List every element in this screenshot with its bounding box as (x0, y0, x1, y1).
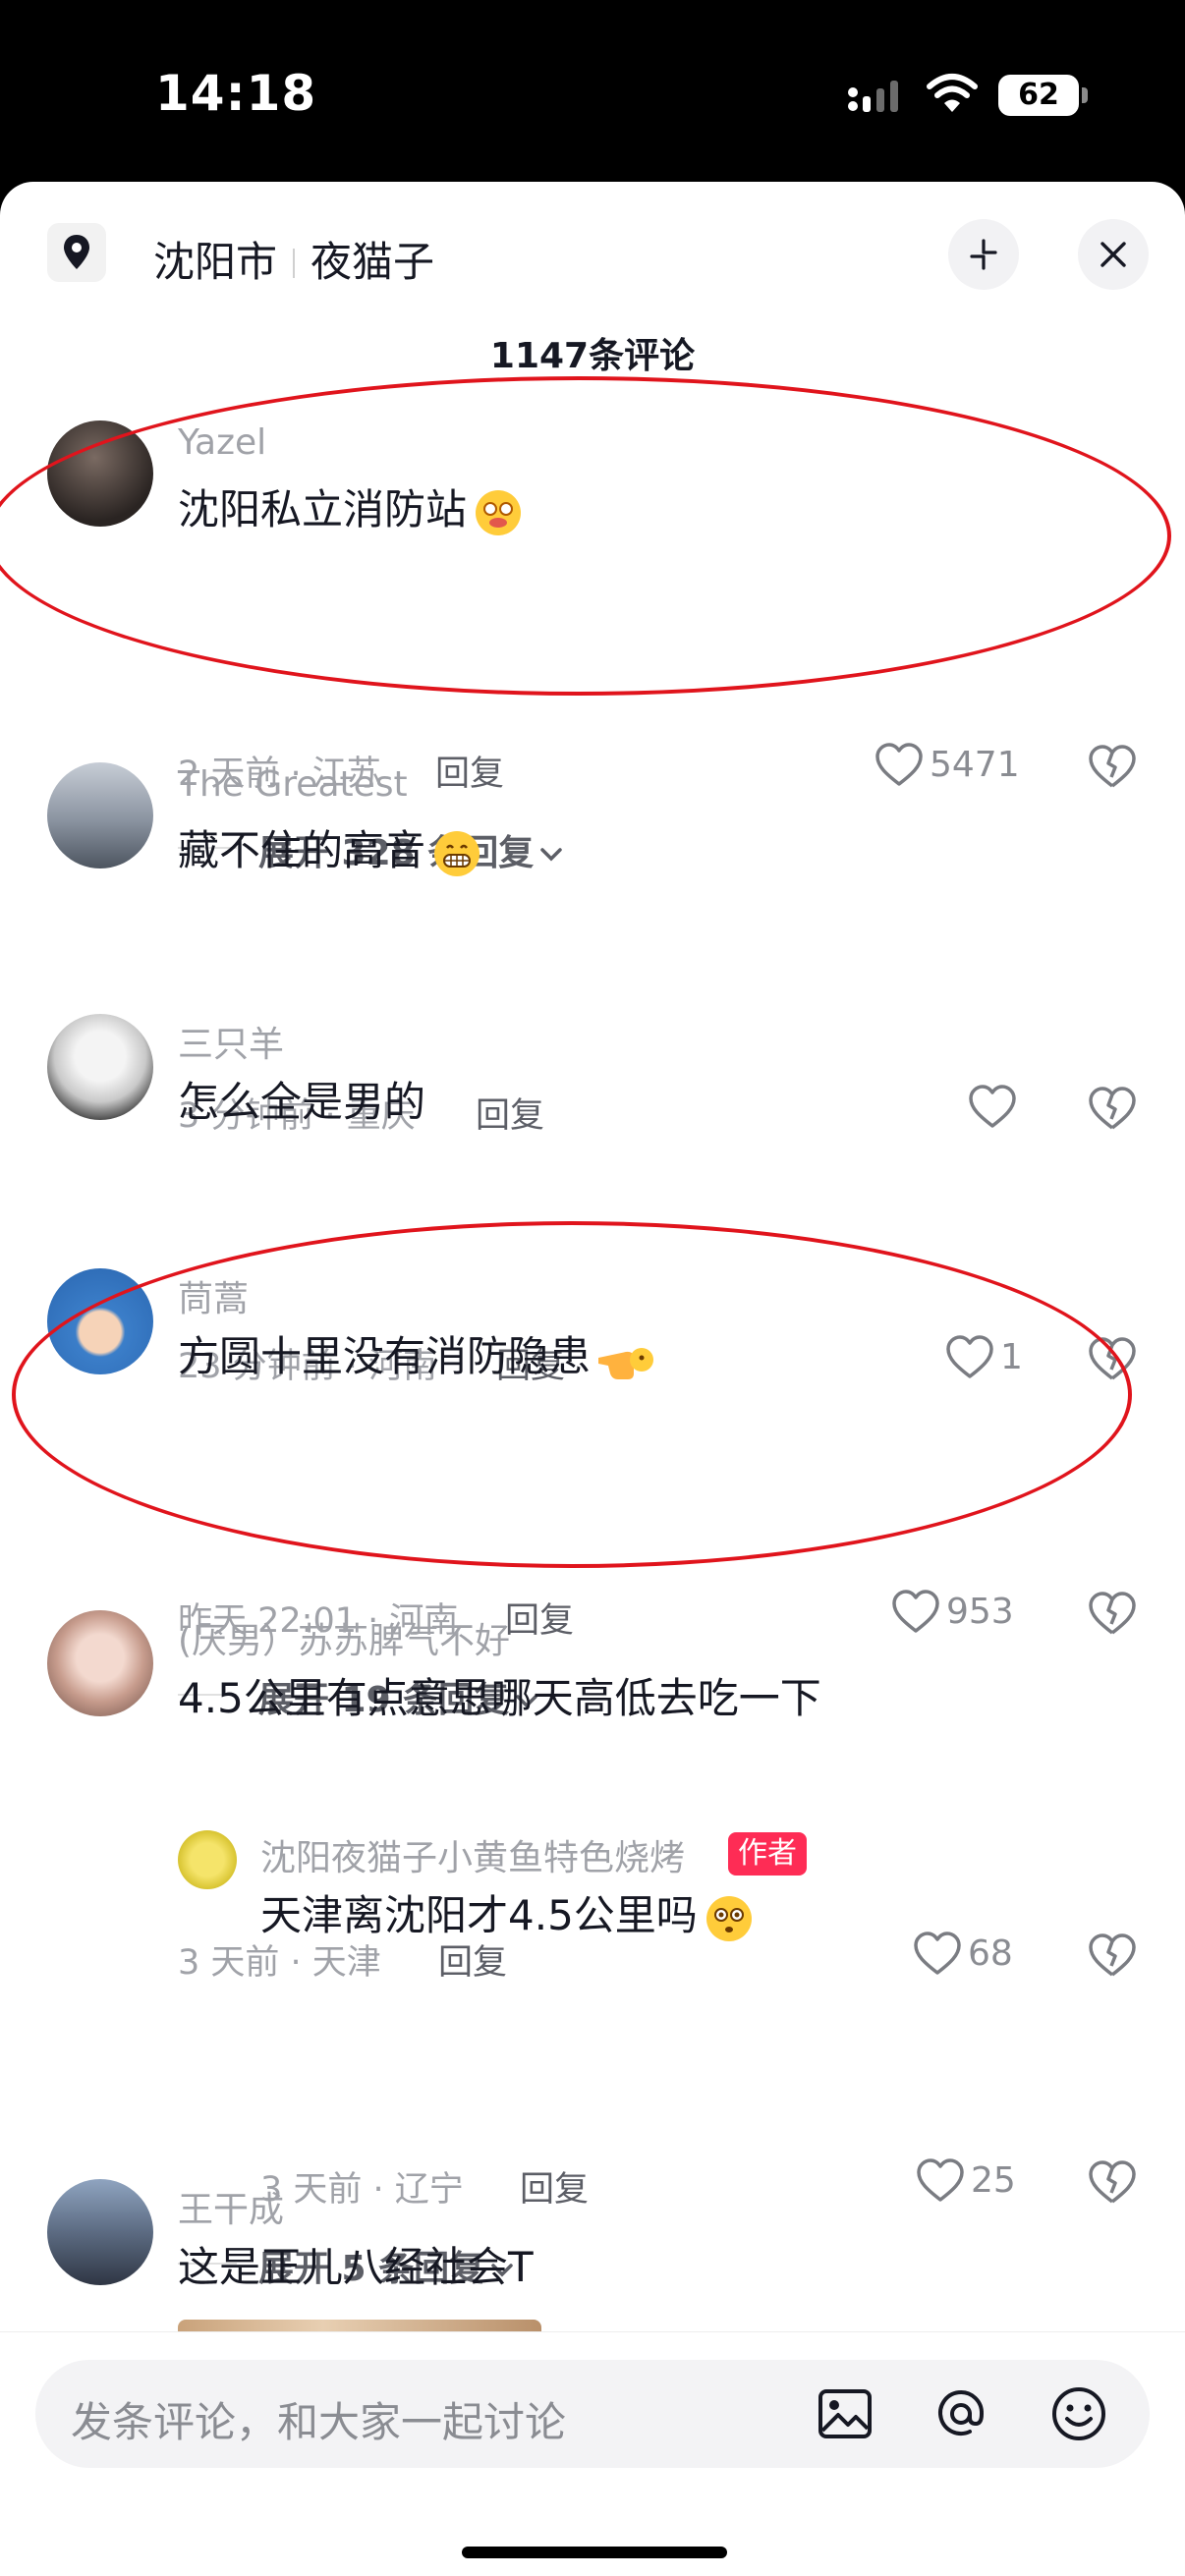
avatar[interactable] (47, 420, 153, 527)
reply-button[interactable]: 回复 (505, 1593, 574, 1643)
like-count: 953 (946, 1591, 1014, 1632)
comment-text: 这是正儿八经社会T (178, 2243, 534, 2291)
dislike-heart-icon[interactable] (1088, 1932, 1137, 1978)
like-button[interactable]: 68 (913, 1931, 1013, 1980)
like-count: 25 (971, 2159, 1016, 2201)
comment-input-placeholder: 发条评论，和大家一起讨论 (71, 2398, 567, 2446)
comment-author[interactable]: (厌男）苏苏脾气不好 (178, 1612, 510, 1663)
avatar[interactable] (47, 2179, 153, 2285)
reply-meta: 3 天前 · 辽宁 (260, 2170, 464, 2210)
location-divider (293, 249, 296, 278)
heart-icon (914, 1932, 961, 1975)
location-label[interactable]: 沈阳市 夜猫子 (153, 229, 434, 289)
dislike-heart-icon[interactable] (1088, 1591, 1137, 1636)
drooling-face-emoji-icon (476, 489, 522, 535)
battery-cap (1082, 87, 1088, 103)
avatar[interactable] (47, 1014, 153, 1120)
comment-text: 怎么全是男的 (178, 1078, 426, 1126)
comment-text: 藏不住的高音 (178, 817, 482, 879)
like-button[interactable]: 25 (916, 2157, 1016, 2207)
annotation-ellipse (0, 376, 1171, 696)
emoji-icon[interactable] (1048, 2383, 1109, 2444)
avatar[interactable] (47, 762, 153, 868)
collapse-button[interactable] (948, 219, 1019, 290)
comment-text: 4.5公里有点意思哪天高低去吃一下 (178, 1674, 821, 1722)
dislike-heart-icon[interactable] (1088, 744, 1137, 789)
like-count: 1 (1000, 1336, 1023, 1377)
status-bar: 14:18 62 (0, 0, 1185, 182)
comment-count: 1147条评论 (489, 336, 696, 376)
cellular-signal-icon (848, 81, 898, 112)
mention-at-icon[interactable] (931, 2383, 991, 2444)
heart-icon (917, 2158, 964, 2202)
comment-body: 沈阳私立消防站 (178, 485, 468, 533)
heart-icon (969, 1085, 1016, 1128)
comment-body: 方圆十里没有消防隐患 (178, 1332, 592, 1380)
close-button[interactable] (1078, 219, 1149, 290)
like-button[interactable]: 5471 (875, 742, 1020, 791)
avatar[interactable] (47, 1268, 153, 1374)
dislike-heart-icon[interactable] (1088, 1086, 1137, 1131)
reply-author[interactable]: 沈阳夜猫子小黄鱼特色烧烤 (260, 1829, 685, 1880)
reply-body: 天津离沈阳才4.5公里吗 (260, 1891, 698, 1939)
city-name: 沈阳市 (153, 238, 278, 286)
comment-text: 方圆十里没有消防隐患 (178, 1323, 654, 1385)
reply-button[interactable]: 回复 (435, 746, 504, 796)
comment-input[interactable]: 发条评论，和大家一起讨论 (35, 2360, 1150, 2468)
shop-name: 夜猫子 (310, 238, 435, 286)
comment-text: 沈阳私立消防站 (178, 476, 524, 538)
grinning-face-emoji-icon (434, 830, 480, 876)
collapse-icon (970, 239, 997, 270)
home-indicator[interactable] (462, 2547, 727, 2558)
like-button[interactable] (968, 1084, 1023, 1133)
wifi-icon (927, 74, 978, 112)
pointing-hand-emoji-icon (598, 1347, 654, 1379)
comment-author[interactable]: Yazel (178, 422, 266, 463)
reply-text: 天津离沈阳才4.5公里吗 (260, 1882, 755, 1944)
status-time: 14:18 (155, 65, 317, 122)
like-button[interactable]: 953 (891, 1589, 1014, 1638)
comment-author[interactable]: 茼蒿 (178, 1270, 249, 1321)
author-badge: 作者 (728, 1832, 807, 1876)
flushed-face-emoji-icon (705, 1895, 752, 1941)
close-icon (1100, 242, 1126, 267)
dislike-heart-icon[interactable] (1088, 2159, 1137, 2205)
image-icon[interactable] (815, 2383, 875, 2444)
comment-author[interactable]: The Greatest (178, 764, 408, 805)
heart-icon (875, 743, 923, 786)
location-pin-icon[interactable] (47, 223, 106, 282)
heart-icon (892, 1590, 939, 1633)
chevron-down-icon (540, 848, 562, 862)
like-count: 68 (968, 1932, 1013, 1974)
dislike-heart-icon[interactable] (1088, 1336, 1137, 1381)
like-count: 5471 (930, 744, 1020, 785)
comment-sheet: 沈阳市 夜猫子 1147条评论 Yazel 沈阳私立消防站 2 天前 · 江苏 回… (0, 182, 1185, 2576)
comment-input-bar: 发条评论，和大家一起讨论 (0, 2331, 1185, 2576)
reply-button[interactable]: 回复 (476, 1088, 544, 1138)
avatar[interactable] (47, 1610, 153, 1716)
reply-button[interactable]: 回复 (520, 2161, 589, 2212)
comment-body: 藏不住的高音 (178, 826, 426, 874)
avatar[interactable] (178, 1830, 237, 1889)
like-button[interactable]: 1 (945, 1334, 1023, 1383)
battery-indicator: 62 (998, 75, 1079, 116)
comment-author[interactable]: 王干成 (178, 2181, 284, 2232)
heart-icon (946, 1335, 993, 1378)
comment-author[interactable]: 三只羊 (178, 1016, 284, 1067)
sheet-header: 沈阳市 夜猫子 (0, 182, 1185, 319)
